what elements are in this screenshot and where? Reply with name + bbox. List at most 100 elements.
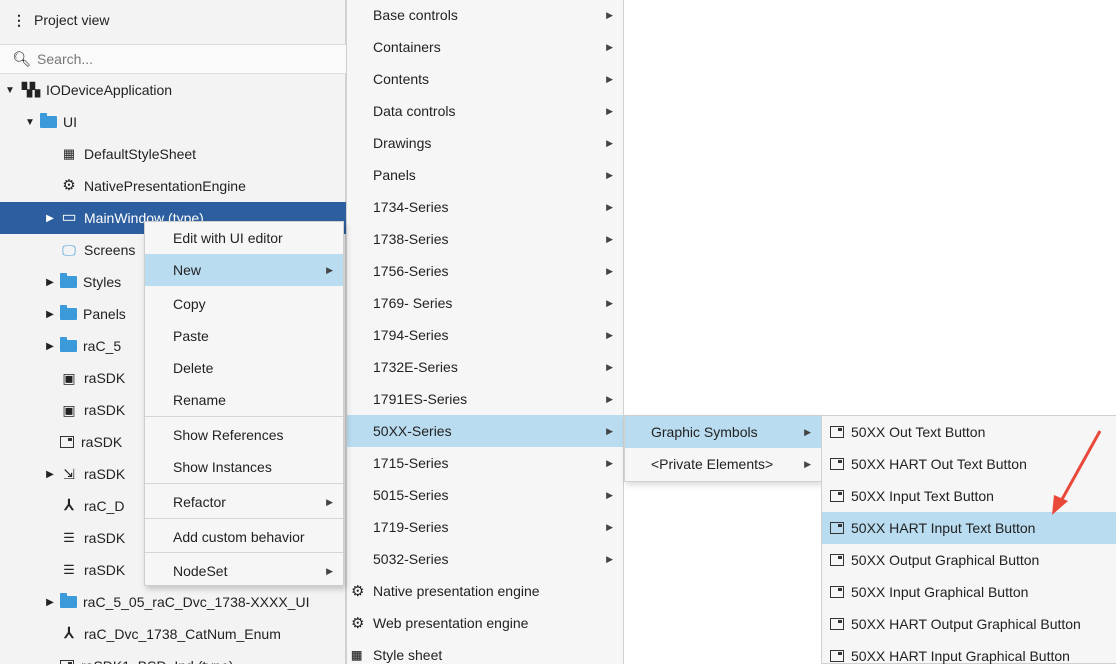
menu-item-label: Base controls (373, 7, 458, 23)
grid-icon: ▚▚ (22, 82, 40, 97)
context-menu-item-edit-with-ui-editor[interactable]: Edit with UI editor (145, 222, 343, 254)
new-menu-item-1719-series[interactable]: 1719-Series ▶ (347, 511, 623, 543)
symbol-menu-item[interactable]: 50XX Input Graphical Button (822, 576, 1116, 608)
context-menu-item-paste[interactable]: Paste (145, 320, 343, 352)
new-menu-item-1769-series[interactable]: 1769- Series ▶ (347, 287, 623, 319)
menu-item-label: 50XX Out Text Button (851, 424, 986, 440)
menu-item-label: Drawings (373, 135, 432, 151)
new-menu-item-base-controls[interactable]: Base controls ▶ (347, 0, 623, 31)
tree-row[interactable]: ⅄ raC_Dvc_1738_CatNum_Enum (0, 618, 346, 650)
submenu-arrow-icon: ▶ (804, 458, 811, 469)
collapsed-triangle-icon[interactable]: ▶ (44, 213, 56, 224)
gear-icon: ⚙ (62, 177, 76, 194)
new-menu-item-containers[interactable]: Containers ▶ (347, 31, 623, 63)
series-menu-item--private-elements-[interactable]: <Private Elements> ▶ (625, 448, 821, 480)
collapsed-triangle-icon[interactable]: ▶ (44, 341, 56, 352)
new-menu-item-native-presentation-engine[interactable]: ⚙ Native presentation engine (347, 575, 623, 607)
symbol-menu-item[interactable]: 50XX HART Input Graphical Button (822, 640, 1116, 664)
collapsed-triangle-icon[interactable]: ▶ (44, 309, 56, 320)
tree-item-label: raSDK (81, 434, 123, 450)
new-menu-item-1732e-series[interactable]: 1732E-Series ▶ (347, 351, 623, 383)
tree-row[interactable]: ▦ DefaultStyleSheet (0, 138, 346, 170)
context-menu-item-refactor[interactable]: Refactor ▶ (145, 486, 343, 518)
tree-row[interactable]: ▶ raC_5_05_raC_Dvc_1738-XXXX_UI (0, 586, 346, 618)
menu-item-label: Containers (373, 39, 441, 55)
new-menu-item-1791es-series[interactable]: 1791ES-Series ▶ (347, 383, 623, 415)
tree-item-label: raC_D (84, 498, 125, 514)
folder-icon (40, 113, 57, 128)
tree-item-label: raC_Dvc_1738_CatNum_Enum (84, 626, 281, 642)
new-menu-item-50xx-series[interactable]: 50XX-Series ▶ (347, 415, 623, 447)
new-menu-item-1734-series[interactable]: 1734-Series ▶ (347, 191, 623, 223)
menu-item-label: Rename (173, 392, 226, 408)
new-menu-item-5032-series[interactable]: 5032-Series ▶ (347, 543, 623, 575)
menu-item-label: 50XX Input Graphical Button (851, 584, 1029, 600)
context-menu-item-show-references[interactable]: Show References (145, 419, 343, 451)
stylesheet-icon: ▦ (62, 146, 76, 161)
context-menu-item-copy[interactable]: Copy (145, 288, 343, 320)
button-icon (830, 458, 844, 470)
new-menu-item-style-sheet[interactable]: ▦ Style sheet (347, 639, 623, 664)
collapsed-triangle-icon[interactable]: ▶ (44, 469, 56, 480)
tree-item-label: IODeviceApplication (46, 82, 173, 98)
context-menu-item-show-instances[interactable]: Show Instances (145, 451, 343, 483)
menu-item-label: 50XX Output Graphical Button (851, 552, 1040, 568)
new-menu-item-contents[interactable]: Contents ▶ (347, 63, 623, 95)
collapsed-triangle-icon[interactable]: ▶ (44, 597, 56, 608)
menu-item-label: 1715-Series (373, 455, 449, 471)
button-icon (830, 426, 844, 438)
context-menu-item-add-custom-behavior[interactable]: Add custom behavior (145, 521, 343, 553)
new-menu-item-5015-series[interactable]: 5015-Series ▶ (347, 479, 623, 511)
more-options-icon[interactable]: ⋮ (12, 12, 26, 29)
symbol-menu-item[interactable]: 50XX HART Input Text Button (822, 512, 1116, 544)
menu-item-label: 50XX HART Out Text Button (851, 456, 1027, 472)
new-menu-item-1715-series[interactable]: 1715-Series ▶ (347, 447, 623, 479)
new-menu-item-1738-series[interactable]: 1738-Series ▶ (347, 223, 623, 255)
menu-item-label: 1732E-Series (373, 359, 458, 375)
menu-item-label: 1794-Series (373, 327, 449, 343)
new-menu-item-drawings[interactable]: Drawings ▶ (347, 127, 623, 159)
expanded-triangle-icon[interactable]: ▼ (24, 117, 36, 128)
button-icon (60, 660, 74, 664)
menu-item-label: Paste (173, 328, 209, 344)
new-menu-item-1794-series[interactable]: 1794-Series ▶ (347, 319, 623, 351)
context-menu-item-new[interactable]: New ▶ (145, 254, 343, 286)
new-menu-item-web-presentation-engine[interactable]: ⚙ Web presentation engine (347, 607, 623, 639)
search-row: 🔍︎ (0, 44, 346, 74)
search-input[interactable] (37, 51, 298, 67)
tree-row[interactable]: ▼ ▚▚ IODeviceApplication (0, 74, 346, 106)
tree-row[interactable]: ▼ UI (0, 106, 346, 138)
panel-icon: ▣ (62, 370, 76, 386)
context-menu: Edit with UI editor New ▶ Copy Paste Delete Re… (144, 221, 344, 586)
new-menu-item-panels[interactable]: Panels ▶ (347, 159, 623, 191)
menu-item-label: Show References (173, 427, 284, 443)
folder-icon (60, 273, 77, 288)
context-menu-item-rename[interactable]: Rename (145, 384, 343, 416)
tree-item-label: raSDK (84, 562, 126, 578)
expanded-triangle-icon[interactable]: ▼ (4, 85, 16, 96)
enum-icon: ⅄ (64, 497, 74, 514)
context-menu-item-delete[interactable]: Delete (145, 352, 343, 384)
submenu-arrow-icon: ▶ (606, 553, 613, 564)
series-menu-item-graphic-symbols[interactable]: Graphic Symbols ▶ (625, 416, 821, 448)
menu-item-label: 1756-Series (373, 263, 449, 279)
new-submenu: Base controls ▶ Containers ▶ Contents ▶ Data c… (346, 0, 624, 664)
menu-item-label: 1738-Series (373, 231, 449, 247)
submenu-arrow-icon: ▶ (606, 105, 613, 116)
button-icon (830, 586, 844, 598)
new-menu-item-1756-series[interactable]: 1756-Series ▶ (347, 255, 623, 287)
menu-item-label: 1734-Series (373, 199, 449, 215)
button-icon (60, 436, 74, 448)
context-menu-item-nodeset[interactable]: NodeSet ▶ (145, 555, 343, 587)
project-view-header[interactable]: ⋮ Project view (0, 0, 346, 40)
tree-row[interactable]: ⚙ NativePresentationEngine (0, 170, 346, 202)
submenu-arrow-icon: ▶ (606, 41, 613, 52)
menu-item-label: NodeSet (173, 563, 228, 579)
tree-row[interactable]: raSDK1_BSD_Ind (type) (0, 650, 346, 664)
collapsed-triangle-icon[interactable]: ▶ (44, 277, 56, 288)
new-menu-item-data-controls[interactable]: Data controls ▶ (347, 95, 623, 127)
tree-item-label: DefaultStyleSheet (84, 146, 197, 162)
symbol-menu-item[interactable]: 50XX Output Graphical Button (822, 544, 1116, 576)
symbol-menu-item[interactable]: 50XX HART Output Graphical Button (822, 608, 1116, 640)
submenu-arrow-icon: ▶ (606, 137, 613, 148)
